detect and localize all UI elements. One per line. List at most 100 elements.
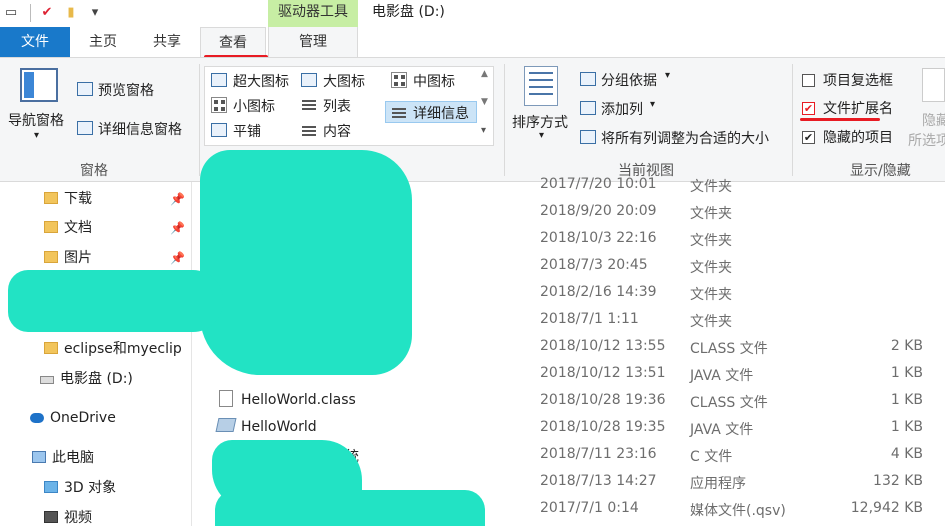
file-name: HelloWorld [241,419,317,435]
file-date: 2018/2/16 14:39 [540,284,657,300]
layout-gallery: 超大图标 大图标 中图标 小图标 列表 详细信息 平铺 内容 ▲ ▼ ▾ [204,66,494,146]
list-icon [301,97,317,113]
item-checkboxes-checkbox[interactable] [802,74,815,87]
document-icon [219,390,233,407]
sort-by-button[interactable]: 排序方式 [512,112,568,132]
new-folder-icon[interactable]: ▮ [62,4,80,22]
navigation-pane-button[interactable]: 导航窗格 [8,110,64,130]
file-date: 2018/7/3 20:45 [540,257,648,273]
nav-item-onedrive[interactable]: OneDrive [30,405,116,431]
file-date: 2018/7/13 14:27 [540,473,657,489]
nav-item-pictures[interactable]: 图片 [44,245,92,271]
chevron-down-icon[interactable]: ▾ [650,99,655,110]
tab-manage[interactable]: 管理 [268,27,358,57]
pin-icon[interactable]: 📌 [170,251,185,265]
layout-content[interactable]: 内容 [323,121,351,141]
layout-medium-icons[interactable]: 中图标 [413,71,455,91]
medium-icons-icon [391,72,407,88]
file-date: 2018/10/28 19:35 [540,419,666,435]
file-date: 2018/10/12 13:55 [540,338,666,354]
expand-gallery-icon[interactable]: ▾ [481,125,486,136]
scroll-up-icon[interactable]: ▲ [481,69,488,79]
hide-selected-button-line2: 所选项 [908,133,945,149]
file-type: 文件夹 [690,233,732,249]
extra-large-icons-icon [211,73,227,87]
file-type: 文件夹 [690,260,732,276]
drive-icon [40,376,54,384]
nav-item-label: OneDrive [50,410,116,426]
redaction-scribble [215,490,485,526]
nav-item-label: 电影盘 (D:) [60,371,133,387]
group-by-button[interactable]: 分组依据 [601,70,657,90]
pin-icon[interactable]: 📌 [170,221,185,235]
tab-view[interactable]: 查看 [200,27,266,57]
file-size: 1 KB [890,419,923,435]
nav-item-downloads[interactable]: 下载 [44,186,92,212]
layout-tiles[interactable]: 平铺 [233,121,261,141]
file-date: 2017/7/1 0:14 [540,500,639,516]
layout-small-icons[interactable]: 小图标 [233,96,275,116]
add-columns-button[interactable]: 添加列 [601,99,643,119]
pin-icon[interactable]: 📌 [170,192,185,206]
window-title: 电影盘 (D:) [372,4,445,20]
layout-details[interactable]: 详细信息 [413,103,469,123]
file-extensions-checkbox[interactable]: ✔ [802,102,815,115]
file-date: 2018/7/11 23:16 [540,446,657,462]
navigation-pane-icon [20,68,58,102]
nav-item-documents[interactable]: 文档 [44,215,92,241]
chevron-down-icon[interactable]: ▾ [539,130,544,141]
chevron-down-icon[interactable]: ▾ [34,130,39,141]
3d-objects-icon [44,481,58,493]
red-annotation-underline [800,118,880,121]
tab-home[interactable]: 主页 [78,27,128,57]
tab-file[interactable]: 文件 [0,27,70,57]
file-date: 2017/7/20 10:01 [540,176,657,192]
layout-large-icons[interactable]: 大图标 [323,71,365,91]
content-icon [301,123,317,139]
properties-check-icon[interactable]: ✔ [38,4,56,22]
file-size: 132 KB [873,473,923,489]
nav-item-eclipse[interactable]: eclipse和myeclip [44,336,182,362]
sort-by-icon [524,66,558,106]
size-columns-icon [580,130,596,144]
preview-pane-button[interactable]: 预览窗格 [98,80,154,100]
file-size: 4 KB [890,446,923,462]
layout-extra-large-icons[interactable]: 超大图标 [233,71,289,91]
title-bar: ▭ ✔ ▮ ▾ 驱动器工具 电影盘 (D:) [0,0,945,28]
file-type: 媒体文件(.qsv) [690,503,786,519]
nav-item-this-pc[interactable]: 此电脑 [32,445,94,471]
nav-item-label: 文档 [64,220,92,236]
file-date: 2018/9/20 20:09 [540,203,657,219]
folder-icon [44,221,58,233]
file-type: 文件夹 [690,287,732,303]
file-type: CLASS 文件 [690,395,768,411]
tab-share[interactable]: 共享 [140,27,194,57]
navigation-pane: 下载 📌 文档 📌 图片 📌 eclipse和myeclip 电影盘 (D:) … [0,182,192,526]
drive-icon[interactable]: ▭ [2,4,20,22]
ribbon: 导航窗格 ▾ 预览窗格 详细信息窗格 窗格 超大图标 大图标 中图标 小图标 列… [0,57,945,182]
redaction-scribble [200,150,412,375]
hide-selected-button[interactable]: 隐藏 [922,110,945,130]
details-pane-icon [77,121,93,135]
file-type: CLASS 文件 [690,341,768,357]
java-file-icon [215,418,237,432]
layout-list[interactable]: 列表 [323,96,351,116]
file-size: 1 KB [890,392,923,408]
details-pane-button[interactable]: 详细信息窗格 [98,119,182,139]
file-type: 文件夹 [690,206,732,222]
file-date: 2018/10/12 13:51 [540,365,666,381]
hidden-items-label: 隐藏的项目 [823,130,893,146]
hidden-items-checkbox[interactable]: ✔ [802,131,815,144]
size-all-columns-button[interactable]: 将所有列调整为合适的大小 [601,128,769,148]
file-type: 应用程序 [690,476,746,492]
computer-icon [32,451,46,463]
nav-item-videos[interactable]: 视频 [44,505,92,531]
details-icon [391,105,407,121]
nav-item-3d-objects[interactable]: 3D 对象 [44,475,116,501]
chevron-down-icon[interactable]: ▾ [665,70,670,81]
nav-item-drive-d[interactable]: 电影盘 (D:) [40,366,133,392]
file-type: JAVA 文件 [690,422,754,438]
file-date: 2018/10/3 22:16 [540,230,657,246]
scroll-down-icon[interactable]: ▼ [481,97,488,107]
quick-access-dropdown-icon[interactable]: ▾ [86,4,104,22]
